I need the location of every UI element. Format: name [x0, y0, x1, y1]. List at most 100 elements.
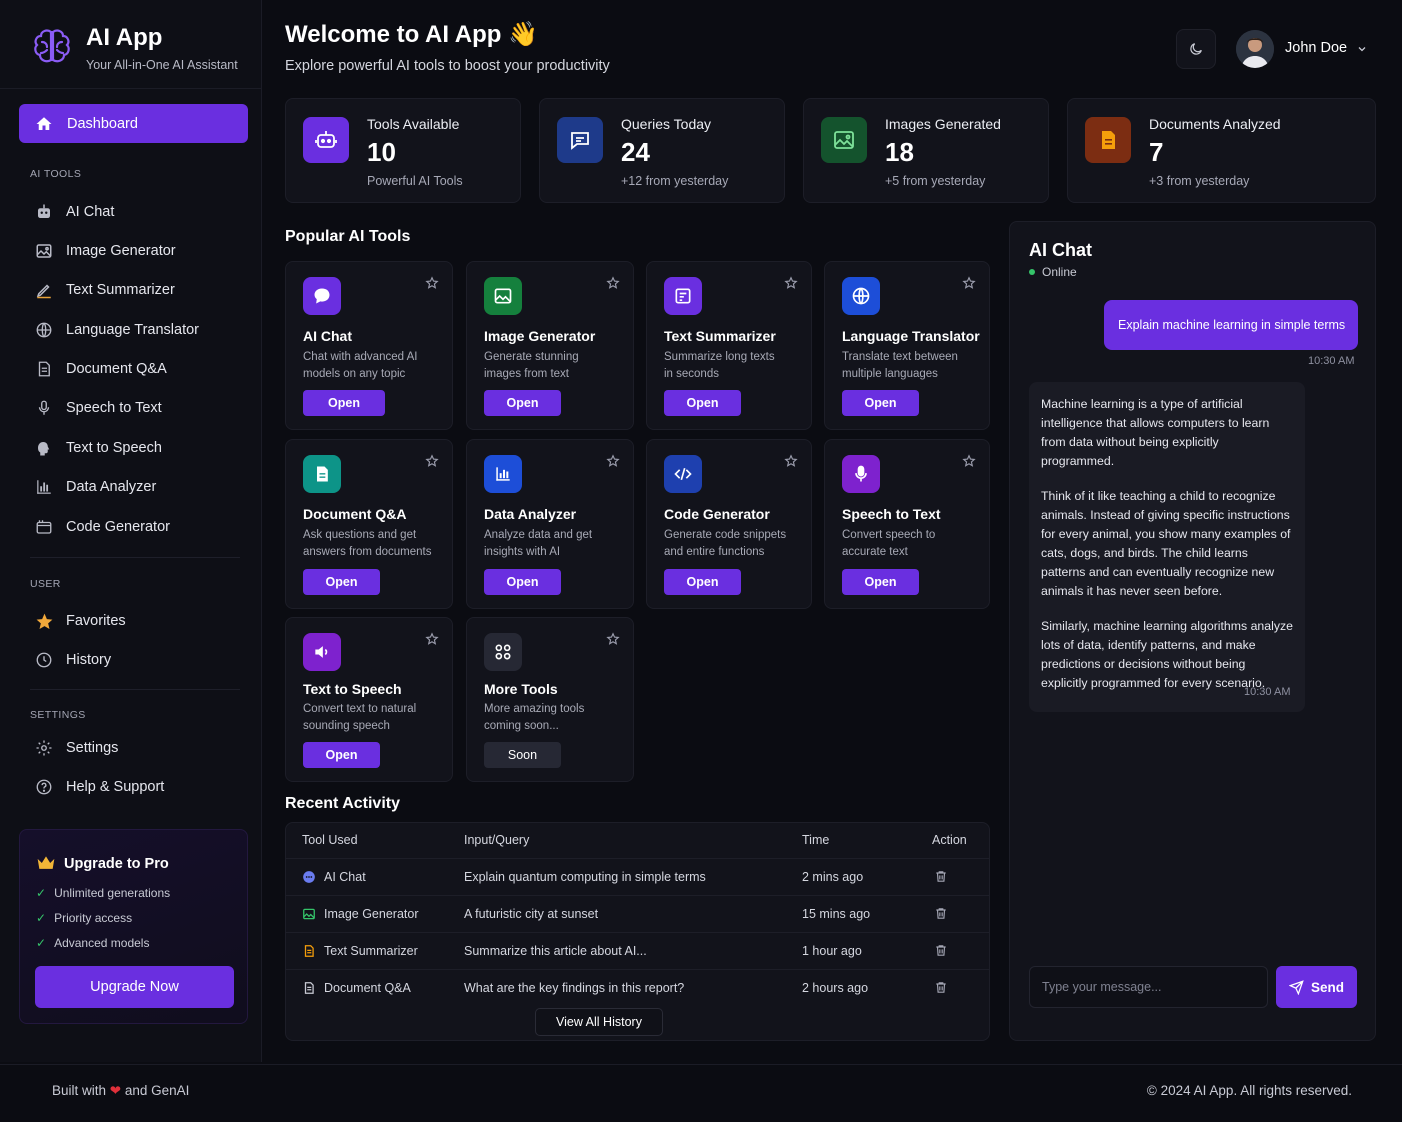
- favorite-star-icon[interactable]: [425, 632, 439, 651]
- stat-value: 7: [1149, 137, 1164, 167]
- row-tool: Text Summarizer: [324, 944, 418, 958]
- favorite-star-icon[interactable]: [425, 454, 439, 473]
- sidebar-item-history[interactable]: History: [34, 649, 111, 671]
- upgrade-feature: ✓ Unlimited generations: [36, 886, 171, 900]
- tool-description: Convert text to natural sounding speech: [303, 703, 417, 732]
- chat-bubble-icon: [303, 277, 341, 315]
- tool-description: Convert speech to accurate text: [842, 529, 936, 558]
- tool-card-speech-to-text[interactable]: Speech to Text Convert speech to accurate…: [824, 439, 990, 609]
- stat-subtext: +3 from yesterday: [1149, 174, 1250, 188]
- theme-toggle-button[interactable]: [1176, 29, 1216, 69]
- tool-title: More Tools: [484, 681, 558, 697]
- upgrade-feature: ✓ Priority access: [36, 911, 133, 925]
- column-header: Time: [802, 833, 830, 847]
- recent-activity-table: Tool Used Input/Query Time Action AI Cha…: [285, 822, 990, 1041]
- open-button[interactable]: Open: [484, 569, 561, 595]
- check-icon: ✓: [36, 886, 47, 900]
- sidebar-item-label: Data Analyzer: [66, 479, 157, 495]
- stat-card-images: Images Generated 18 +5 from yesterday: [803, 98, 1049, 203]
- favorite-star-icon[interactable]: [425, 276, 439, 295]
- document-icon: [34, 359, 54, 379]
- sidebar-item-settings[interactable]: Settings: [34, 737, 118, 759]
- tool-card-document-qa[interactable]: Document Q&A Ask questions and get answer…: [285, 439, 453, 609]
- sidebar-item-dashboard[interactable]: Dashboard: [19, 104, 248, 143]
- open-button[interactable]: Open: [484, 390, 561, 416]
- favorite-star-icon[interactable]: [962, 276, 976, 295]
- chat-bubble-icon: [302, 870, 316, 889]
- sidebar-item-data-analyzer[interactable]: Data Analyzer: [34, 476, 156, 498]
- soon-button[interactable]: Soon: [484, 742, 561, 768]
- favorite-star-icon[interactable]: [606, 276, 620, 295]
- speaking-head-icon: [34, 438, 54, 458]
- tool-card-text-to-speech[interactable]: Text to Speech Convert text to natural so…: [285, 617, 453, 782]
- tool-card-text-summarizer[interactable]: Text Summarizer Summarize long texts in s…: [646, 261, 812, 430]
- send-button[interactable]: Send: [1276, 966, 1357, 1008]
- tool-card-ai-chat[interactable]: AI Chat Chat with advanced AI models on a…: [285, 261, 453, 430]
- sidebar-item-language-translator[interactable]: Language Translator: [34, 319, 199, 341]
- tool-title: Data Analyzer: [484, 506, 577, 522]
- open-button[interactable]: Open: [303, 390, 385, 416]
- tool-title: Document Q&A: [303, 506, 407, 522]
- tool-card-language-translator[interactable]: Language Translator Translate text betwe…: [824, 261, 990, 430]
- sidebar-item-document-qa[interactable]: Document Q&A: [34, 358, 167, 380]
- open-button[interactable]: Open: [303, 569, 380, 595]
- sidebar-item-text-to-speech[interactable]: Text to Speech: [34, 437, 162, 459]
- ai-chat-panel: AI Chat Online Explain machine learning …: [1009, 221, 1376, 1041]
- check-icon: ✓: [36, 936, 47, 950]
- star-icon: [34, 611, 54, 631]
- upgrade-title: Upgrade to Pro: [64, 856, 169, 872]
- sidebar-item-help-support[interactable]: Help & Support: [34, 776, 164, 798]
- trash-icon[interactable]: [934, 906, 948, 926]
- view-all-history-button[interactable]: View All History: [535, 1008, 663, 1036]
- table-row: AI Chat Explain quantum computing in sim…: [286, 858, 989, 895]
- heart-icon: ❤: [109, 1083, 122, 1098]
- section-label-ai-tools: AI TOOLS: [30, 168, 82, 180]
- document-icon: [303, 455, 341, 493]
- sidebar-item-label: AI Chat: [66, 204, 115, 220]
- clock-icon: [34, 650, 54, 670]
- sidebar-item-code-generator[interactable]: Code Generator: [34, 516, 170, 538]
- sidebar-item-image-generator[interactable]: Image Generator: [34, 240, 176, 262]
- row-time: 2 mins ago: [802, 870, 864, 884]
- trash-icon[interactable]: [934, 869, 948, 889]
- sidebar: AI App Your All-in-One AI Assistant Dash…: [0, 0, 262, 1062]
- avatar[interactable]: [1236, 30, 1274, 68]
- chevron-down-icon[interactable]: [1356, 42, 1368, 60]
- trash-icon[interactable]: [934, 980, 948, 1000]
- footer-copyright: © 2024 AI App. All rights reserved.: [1146, 1083, 1352, 1098]
- trash-icon[interactable]: [934, 943, 948, 963]
- online-dot-icon: [1029, 269, 1035, 275]
- sidebar-item-text-summarizer[interactable]: Text Summarizer: [34, 279, 175, 301]
- chat-bubble-icon: [557, 117, 603, 163]
- tool-title: AI Chat: [303, 328, 352, 344]
- sidebar-item-label: Favorites: [66, 613, 126, 629]
- tool-card-data-analyzer[interactable]: Data Analyzer Analyze data and get insigh…: [466, 439, 634, 609]
- open-button[interactable]: Open: [842, 390, 919, 416]
- sidebar-item-label: Text Summarizer: [66, 282, 175, 298]
- row-query: What are the key findings in this report…: [464, 981, 685, 995]
- open-button[interactable]: Open: [664, 569, 741, 595]
- open-button[interactable]: Open: [842, 569, 919, 595]
- document-icon: [302, 944, 316, 963]
- favorite-star-icon[interactable]: [784, 454, 798, 473]
- chat-message-input[interactable]: [1029, 966, 1268, 1008]
- user-name[interactable]: John Doe: [1285, 40, 1347, 56]
- tool-card-more-tools[interactable]: More Tools More amazing tools coming soon…: [466, 617, 634, 782]
- tool-title: Text Summarizer: [664, 328, 776, 344]
- upgrade-now-button[interactable]: Upgrade Now: [35, 966, 234, 1008]
- stat-label: Images Generated: [885, 116, 1001, 132]
- sidebar-item-ai-chat[interactable]: AI Chat: [34, 201, 114, 223]
- favorite-star-icon[interactable]: [784, 276, 798, 295]
- favorite-star-icon[interactable]: [606, 632, 620, 651]
- sidebar-item-favorites[interactable]: Favorites: [34, 610, 126, 632]
- tool-card-code-generator[interactable]: Code Generator Generate code snippets and…: [646, 439, 812, 609]
- open-button[interactable]: Open: [303, 742, 380, 768]
- favorite-star-icon[interactable]: [962, 454, 976, 473]
- favorite-star-icon[interactable]: [606, 454, 620, 473]
- tool-description: More amazing tools coming soon...: [484, 703, 585, 732]
- document-icon: [302, 981, 316, 1000]
- tool-card-image-generator[interactable]: Image Generator Generate stunning images …: [466, 261, 634, 430]
- sidebar-item-speech-to-text[interactable]: Speech to Text: [34, 397, 162, 419]
- column-header: Input/Query: [464, 833, 530, 847]
- open-button[interactable]: Open: [664, 390, 741, 416]
